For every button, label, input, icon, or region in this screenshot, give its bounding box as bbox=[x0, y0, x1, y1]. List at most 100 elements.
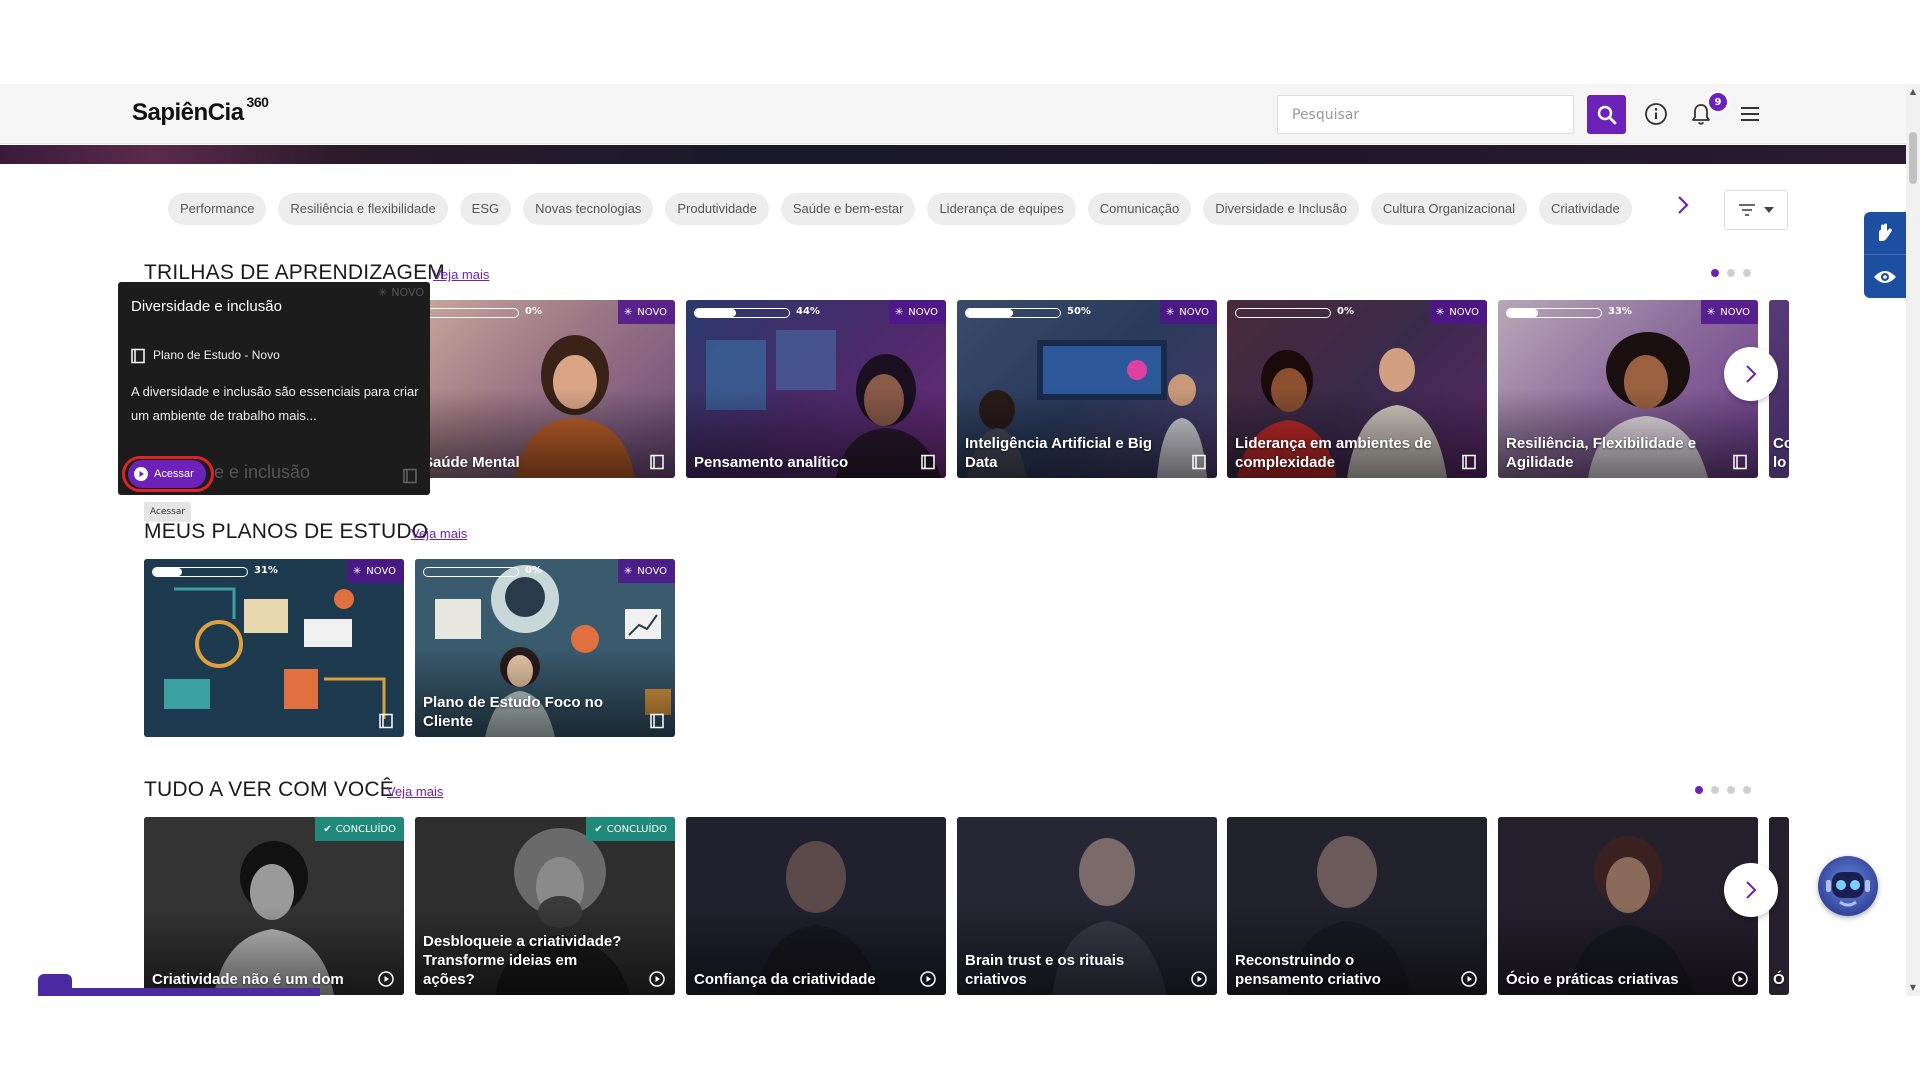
play-circle-icon bbox=[1191, 971, 1207, 987]
chip-performance[interactable]: Performance bbox=[168, 193, 267, 225]
novo-badge: ✳ NOVO bbox=[1429, 300, 1487, 324]
trilha-card-resiliencia[interactable]: 33% ✳ NOVO Resiliência, Flexibilidade e A… bbox=[1498, 300, 1758, 478]
chip-esg[interactable]: ESG bbox=[459, 193, 512, 225]
bottom-widget-bar bbox=[72, 988, 320, 996]
acessar-button[interactable]: Acessar bbox=[128, 460, 206, 488]
card-title: Reconstruindo o pensamento criativo bbox=[1235, 952, 1381, 988]
trilha-card-ia-big-data[interactable]: 50% ✳ NOVO Inteligência Artificial e Big … bbox=[957, 300, 1217, 478]
search-input[interactable] bbox=[1277, 95, 1574, 134]
page-dot[interactable] bbox=[1711, 269, 1719, 277]
card-progress-label: 0% bbox=[525, 306, 542, 317]
chip-novas-tecnologias[interactable]: Novas tecnologias bbox=[523, 193, 654, 225]
popover-underlay-title: e e inclusão bbox=[214, 462, 311, 482]
video-card-brain-trust[interactable]: Brain trust e os rituais criativos bbox=[957, 817, 1217, 995]
video-card-confianca[interactable]: Confiança da criatividade bbox=[686, 817, 946, 995]
card-progress-bar bbox=[965, 308, 1061, 318]
card-progress-fill bbox=[966, 309, 1013, 317]
scroll-down-arrow[interactable]: ▼ bbox=[1909, 984, 1917, 992]
scroll-up-arrow[interactable]: ▲ bbox=[1909, 88, 1917, 96]
card-title: Co lo bbox=[1773, 435, 1789, 471]
novo-badge: ✳ NOVO bbox=[1159, 300, 1217, 324]
chip-resiliencia[interactable]: Resiliência e flexibilidade bbox=[278, 193, 448, 225]
page-dot[interactable] bbox=[1743, 269, 1751, 277]
search-button[interactable] bbox=[1587, 95, 1626, 134]
chip-lideranca[interactable]: Liderança de equipes bbox=[927, 193, 1076, 225]
video-card-reconstruindo[interactable]: Reconstruindo o pensamento criativo bbox=[1227, 817, 1487, 995]
trilha-card-saude-mental[interactable]: 0% ✳ NOVO Saúde Mental bbox=[415, 300, 675, 478]
chip-diversidade[interactable]: Diversidade e Inclusão bbox=[1203, 193, 1359, 225]
book-icon bbox=[379, 713, 393, 729]
sparkle-icon: ✳ bbox=[1706, 306, 1716, 318]
check-icon: ✔ bbox=[594, 823, 603, 835]
chip-comunicacao[interactable]: Comunicação bbox=[1087, 193, 1192, 225]
sparkle-icon: ✳ bbox=[1435, 306, 1445, 318]
page-dot[interactable] bbox=[1695, 786, 1703, 794]
book-icon bbox=[403, 468, 417, 484]
plano-card-1[interactable]: 31% ✳ NOVO bbox=[144, 559, 404, 737]
book-icon bbox=[650, 454, 664, 470]
bottom-widget-tab[interactable] bbox=[38, 974, 72, 996]
chip-cultura[interactable]: Cultura Organizacional bbox=[1370, 193, 1528, 225]
trilhas-next-button[interactable] bbox=[1724, 347, 1778, 401]
chip-saude[interactable]: Saúde e bem-estar bbox=[780, 193, 916, 225]
book-icon bbox=[131, 348, 145, 364]
top-header: SapiênCia360 9 bbox=[0, 84, 1906, 144]
chips-next-button[interactable] bbox=[1676, 194, 1696, 224]
tudo-next-button[interactable] bbox=[1724, 863, 1778, 917]
book-icon bbox=[650, 713, 664, 729]
card-progress-bar bbox=[694, 308, 790, 318]
card-title: Brain trust e os rituais criativos bbox=[965, 952, 1125, 988]
page-dot[interactable] bbox=[1727, 786, 1735, 794]
accessibility-toolbar bbox=[1864, 212, 1906, 298]
play-circle-icon bbox=[378, 971, 394, 987]
menu-button[interactable] bbox=[1736, 100, 1764, 128]
chevron-right-icon bbox=[1746, 365, 1757, 383]
page-scrollbar[interactable]: ▲ ▼ bbox=[1906, 84, 1920, 996]
page-dot[interactable] bbox=[1711, 786, 1719, 794]
book-icon bbox=[1192, 454, 1206, 470]
chip-produtividade[interactable]: Produtividade bbox=[665, 193, 769, 225]
card-title: Confiança da criatividade bbox=[694, 971, 876, 988]
play-circle-icon bbox=[1732, 971, 1748, 987]
page-dot[interactable] bbox=[1727, 269, 1735, 277]
chevron-right-icon bbox=[1746, 881, 1757, 899]
card-title: Resiliência, Flexibilidade e Agilidade bbox=[1506, 435, 1697, 471]
card-shade bbox=[686, 817, 946, 995]
hero-banner-strip bbox=[0, 145, 1906, 164]
video-card-ocio[interactable]: Ócio e práticas criativas bbox=[1498, 817, 1758, 995]
trilhas-veja-mais-link[interactable]: Veja mais bbox=[433, 267, 489, 282]
page-dot[interactable] bbox=[1743, 786, 1751, 794]
libras-button[interactable] bbox=[1864, 212, 1906, 255]
video-card-desbloqueie[interactable]: ✔ CONCLUÍDO Desbloqueie a criatividade? T… bbox=[415, 817, 675, 995]
tudo-pagination bbox=[1695, 786, 1751, 794]
video-card-criatividade-dom[interactable]: ✔ CONCLUÍDO Criatividade não é um dom bbox=[144, 817, 404, 995]
book-icon bbox=[921, 454, 935, 470]
scrollbar-thumb[interactable] bbox=[1909, 132, 1917, 184]
chatbot-robot-button[interactable] bbox=[1818, 856, 1878, 916]
logo[interactable]: SapiênCia 360 bbox=[132, 94, 269, 127]
book-icon bbox=[1462, 454, 1476, 470]
filter-dropdown[interactable] bbox=[1724, 190, 1788, 230]
trilha-card-pensamento-analitico[interactable]: 44% ✳ NOVO Pensamento analítico bbox=[686, 300, 946, 478]
category-chips: Performance Resiliência e flexibilidade … bbox=[168, 193, 1632, 225]
plano-card-foco-cliente[interactable]: 0% ✳ NOVO Plano de Estudo Foco no Cliente bbox=[415, 559, 675, 737]
check-icon: ✔ bbox=[323, 823, 332, 835]
card-shade bbox=[686, 300, 946, 478]
tudo-veja-mais-link[interactable]: Veja mais bbox=[387, 784, 443, 799]
info-icon bbox=[1645, 103, 1667, 125]
info-button[interactable] bbox=[1642, 100, 1670, 128]
card-progress-bar bbox=[423, 567, 519, 577]
popover-description: A diversidade e inclusão são essenciais … bbox=[131, 384, 419, 423]
trilha-card-lideranca[interactable]: 0% ✳ NOVO Liderança em ambientes de compl… bbox=[1227, 300, 1487, 478]
sparkle-icon: ✳ bbox=[352, 565, 362, 577]
play-circle-icon bbox=[1461, 971, 1477, 987]
play-circle-icon bbox=[920, 971, 936, 987]
card-title: Ó bbox=[1773, 971, 1785, 988]
chip-criatividade[interactable]: Criatividade bbox=[1539, 193, 1632, 225]
visual-accessibility-button[interactable] bbox=[1864, 255, 1906, 298]
notification-badge: 9 bbox=[1707, 91, 1729, 113]
planos-veja-mais-link[interactable]: Veja mais bbox=[411, 526, 467, 541]
novo-badge: ✳ NOVO bbox=[888, 300, 946, 324]
robot-icon bbox=[1826, 872, 1870, 907]
novo-badge: ✳ NOVO bbox=[617, 300, 675, 324]
